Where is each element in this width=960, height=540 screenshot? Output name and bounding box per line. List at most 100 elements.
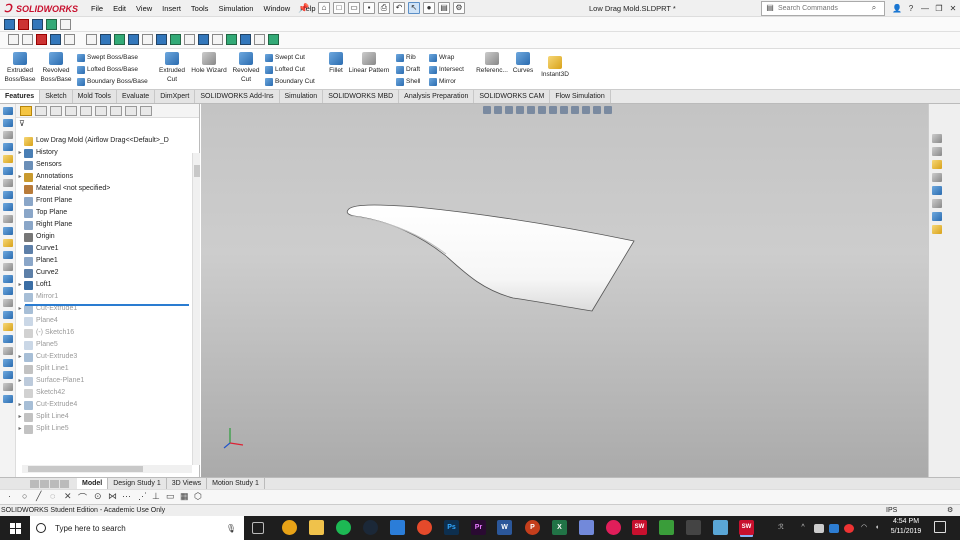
discord-icon[interactable] [579,520,594,535]
pattern-icon[interactable]: ⋯ [122,491,131,502]
file-explorer-icon[interactable] [309,520,324,535]
trim-icon[interactable]: ✕ [64,491,72,502]
toolbar-icon[interactable] [198,34,209,45]
tab-analysis-preparation[interactable]: Analysis Preparation [399,90,475,103]
rebuild-icon[interactable]: ● [423,2,435,14]
first-tab-icon[interactable] [30,479,39,488]
tab-flow-simulation[interactable]: Flow Simulation [550,90,611,103]
toolbar-icon[interactable] [114,34,125,45]
curves-button[interactable]: Curves [511,52,535,75]
intersect-button[interactable]: Intersect [429,64,464,76]
tab-3d-views[interactable]: 3D Views [167,478,208,489]
search-icon[interactable]: ⌕ [868,3,880,15]
tree-item-curve2[interactable]: Curve2 [16,267,192,279]
onedrive-icon[interactable] [814,524,824,533]
expand-arrow-icon[interactable]: ▸ [16,303,24,315]
toolbar-icon[interactable] [2,395,13,403]
restore-button[interactable]: ❐ [932,0,946,17]
excel-icon[interactable]: X [552,520,567,535]
toolbar-icon[interactable] [156,34,167,45]
scroll-thumb[interactable] [28,466,143,472]
toolbar-icon[interactable] [212,34,223,45]
tree-item-plane1[interactable]: Plane1 [16,255,192,267]
expand-arrow-icon[interactable]: ▸ [16,423,24,435]
hole-wizard-button[interactable]: Hole Wizard [190,52,228,75]
origin-icon[interactable] [417,520,432,535]
mirror-button[interactable]: Mirror [429,76,456,88]
toolbar-icon[interactable] [2,227,13,235]
resources-icon[interactable] [932,147,942,156]
linear-pattern-button[interactable]: Linear Pattern [347,52,391,75]
menu-window[interactable]: Window [258,0,295,17]
premiere-icon[interactable]: Pr [471,520,486,535]
pin-menu-icon[interactable]: 📌 [298,3,309,14]
swept-cut-button[interactable]: Swept Cut [265,52,305,64]
toolbar-icon[interactable] [2,239,13,247]
stop-macro-icon[interactable] [22,34,33,45]
expand-arrow-icon[interactable]: ▸ [16,279,24,291]
new-document-icon[interactable]: □ [333,2,345,14]
menu-edit[interactable]: Edit [108,0,131,17]
appearances-icon[interactable] [932,199,942,208]
tab-evaluate[interactable]: Evaluate [116,90,156,103]
minimize-button[interactable]: — [918,0,932,17]
tree-root[interactable]: Low Drag Mold (Airflow Drag<<Default>_D [16,135,192,147]
toolbar-icon[interactable] [100,34,111,45]
toolbar-icon[interactable] [2,155,13,163]
notepad-icon[interactable] [713,520,728,535]
tree-item-plane5[interactable]: Plane5 [16,339,192,351]
toolbar-icon[interactable] [240,34,251,45]
line-icon[interactable]: ╱ [36,491,41,502]
tree-item-plane4[interactable]: Plane4 [16,315,192,327]
swept-boss-button[interactable]: Swept Boss/Base [77,52,138,64]
toolbar-icon[interactable] [2,107,13,115]
tree-item-right-plane[interactable]: Right Plane [16,219,192,231]
menu-simulation[interactable]: Simulation [213,0,258,17]
expand-arrow-icon[interactable]: ▸ [16,375,24,387]
toolbar-icon[interactable] [2,287,13,295]
solidworks-taskbar-icon[interactable]: SW [632,520,647,535]
toolbar-icon[interactable] [2,251,13,259]
cam-feature-tab-icon[interactable] [95,106,107,116]
shell-button[interactable]: Shell [396,76,420,88]
tree-item-origin[interactable]: Origin [16,231,192,243]
rectangle-icon[interactable]: ▭ [166,491,175,502]
taskbar-clock[interactable]: 4:54 PM 5/11/2019 [886,517,926,537]
tree-item-curve1[interactable]: Curve1 [16,243,192,255]
tab-motion-study[interactable]: Motion Study 1 [207,478,265,489]
configuration-manager-tab-icon[interactable] [50,106,62,116]
toolbar-icon[interactable] [226,34,237,45]
revolved-cut-button[interactable]: Revolved Cut [230,52,262,84]
horizontal-scrollbar[interactable] [22,465,192,473]
search-input[interactable] [778,5,866,12]
steam-icon[interactable] [363,520,378,535]
filter-icon[interactable]: ⊽ [16,118,199,130]
expand-arrow-icon[interactable]: ▸ [16,351,24,363]
menu-tools[interactable]: Tools [186,0,214,17]
smart-dimension-icon[interactable]: ⌒ [78,491,87,504]
tab-simulation[interactable]: Simulation [279,90,324,103]
toolbar-icon[interactable] [170,34,181,45]
tree-item-mirror1[interactable]: Mirror1 [16,291,192,303]
wrap-button[interactable]: Wrap [429,52,454,64]
extruded-cut-button[interactable]: Extruded Cut [156,52,188,84]
solidworks-logo[interactable]: Ↄ SOLIDWORKS [4,2,78,15]
solidworks-forum-icon[interactable] [932,225,942,234]
cam-operation-tab-icon[interactable] [110,106,122,116]
more-tabs-icon[interactable] [140,106,152,116]
status-options-icon[interactable]: ⚙ [947,505,953,516]
print-icon[interactable]: ⎙ [378,2,390,14]
toolbar-icon[interactable] [18,19,29,30]
record-macro-icon[interactable] [36,34,47,45]
design-library-icon[interactable] [932,160,942,169]
property-manager-tab-icon[interactable] [35,106,47,116]
toolbar-icon[interactable] [142,34,153,45]
menu-file[interactable]: File [86,0,108,17]
help-icon[interactable]: ? [904,0,918,17]
tree-item-top-plane[interactable]: Top Plane [16,207,192,219]
tray-app-icon[interactable] [844,524,854,533]
next-tab-icon[interactable] [50,479,59,488]
microphone-icon[interactable]: 🎙 [226,524,236,533]
user-icon[interactable]: 👤 [890,0,904,17]
tab-mbd[interactable]: SOLIDWORKS MBD [323,90,400,103]
